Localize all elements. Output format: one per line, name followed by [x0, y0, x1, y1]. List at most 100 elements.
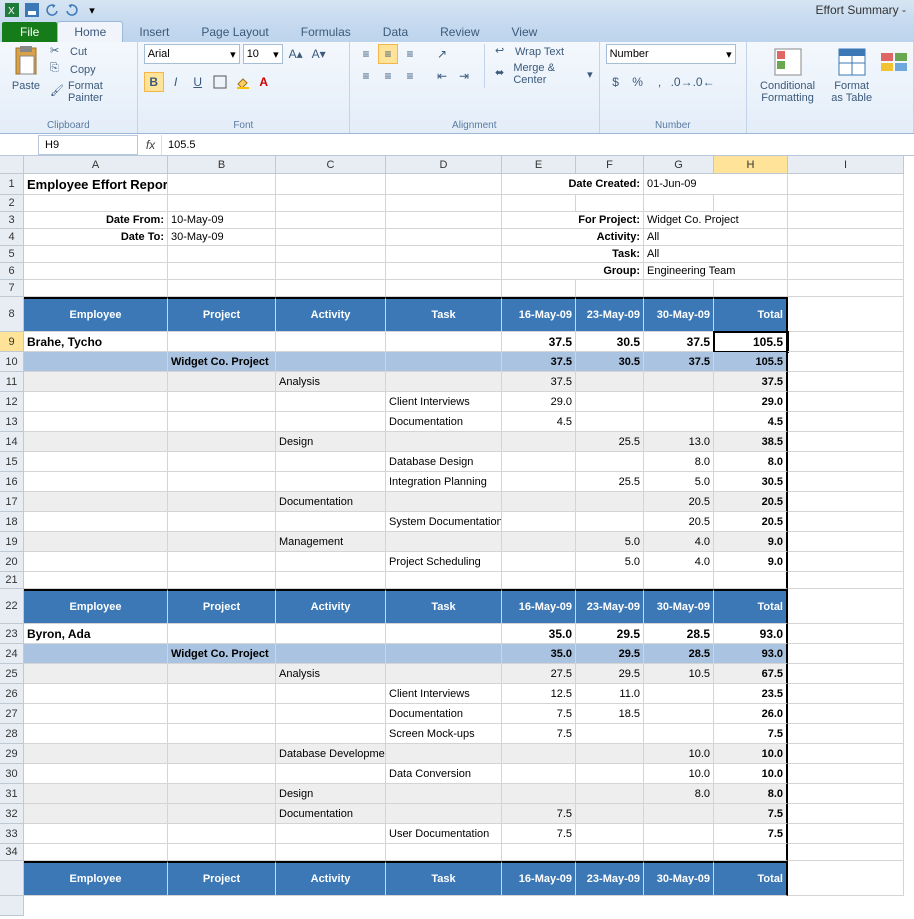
format-painter-button[interactable]: 🖌 Format Painter — [50, 80, 131, 104]
cell[interactable]: Date Created: — [502, 174, 644, 195]
cell[interactable]: 7.5 — [714, 824, 788, 844]
cell[interactable]: System Documentation — [386, 512, 502, 532]
cell[interactable]: 29.0 — [502, 392, 576, 412]
row-header[interactable]: 18 — [0, 512, 24, 532]
comma-format-button[interactable]: , — [650, 72, 670, 92]
cell[interactable] — [24, 280, 168, 297]
cell[interactable] — [502, 452, 576, 472]
cell[interactable]: 10.0 — [644, 764, 714, 784]
cell[interactable] — [168, 195, 276, 212]
cell[interactable] — [24, 724, 168, 744]
increase-decimal-button[interactable]: .0→ — [672, 72, 692, 92]
cell[interactable]: 4.5 — [502, 412, 576, 432]
cell[interactable]: 8.0 — [714, 784, 788, 804]
save-icon[interactable] — [24, 2, 40, 18]
cell[interactable] — [386, 372, 502, 392]
row-header[interactable]: 21 — [0, 572, 24, 589]
row-header[interactable]: 24 — [0, 644, 24, 664]
cell[interactable]: 20.5 — [714, 512, 788, 532]
cell[interactable] — [168, 572, 276, 589]
copy-button[interactable]: ⎘ Copy — [50, 62, 131, 78]
cell[interactable]: Employee — [24, 297, 168, 332]
cell[interactable] — [276, 452, 386, 472]
cell[interactable]: 20.5 — [644, 512, 714, 532]
cell[interactable]: 10.0 — [644, 744, 714, 764]
cell[interactable] — [386, 229, 502, 246]
cell[interactable]: 30-May-09 — [168, 229, 276, 246]
cell[interactable]: Documentation — [386, 412, 502, 432]
cell[interactable] — [788, 824, 904, 844]
orientation-button[interactable]: ↗ — [432, 44, 452, 64]
column-header[interactable]: D — [386, 156, 502, 174]
cell[interactable]: Client Interviews — [386, 392, 502, 412]
border-button[interactable] — [210, 72, 230, 92]
row-header[interactable]: 8 — [0, 297, 24, 332]
align-left-button[interactable]: ≡ — [356, 66, 376, 86]
conditional-formatting-button[interactable]: Conditional Formatting — [753, 44, 822, 106]
cell[interactable]: 7.5 — [502, 824, 576, 844]
cell[interactable] — [502, 432, 576, 452]
cell[interactable] — [788, 372, 904, 392]
cell[interactable] — [276, 552, 386, 572]
row-header[interactable]: 4 — [0, 229, 24, 246]
cell[interactable] — [168, 824, 276, 844]
italic-button[interactable]: I — [166, 72, 186, 92]
cell[interactable] — [788, 246, 904, 263]
font-color-button[interactable]: A — [254, 72, 274, 92]
cell[interactable] — [168, 804, 276, 824]
cell[interactable] — [276, 624, 386, 644]
align-bottom-button[interactable]: ≡ — [400, 44, 420, 64]
cell[interactable]: 37.5 — [644, 352, 714, 372]
cell[interactable] — [168, 392, 276, 412]
cell[interactable] — [168, 280, 276, 297]
cell[interactable] — [788, 572, 904, 589]
cell[interactable] — [24, 246, 168, 263]
cell[interactable]: 29.5 — [576, 664, 644, 684]
cell[interactable] — [386, 532, 502, 552]
cell[interactable] — [24, 744, 168, 764]
cell[interactable] — [276, 352, 386, 372]
cell[interactable] — [276, 764, 386, 784]
row-header[interactable]: 14 — [0, 432, 24, 452]
cell[interactable] — [576, 764, 644, 784]
cell[interactable] — [386, 432, 502, 452]
row-header[interactable]: 16 — [0, 472, 24, 492]
cell[interactable] — [168, 174, 276, 195]
cell[interactable]: 30-May-09 — [644, 861, 714, 896]
cell[interactable] — [386, 844, 502, 861]
cell[interactable] — [168, 724, 276, 744]
cell[interactable]: 20.5 — [644, 492, 714, 512]
cell[interactable] — [502, 784, 576, 804]
cell[interactable]: 105.5 — [714, 332, 788, 352]
cell[interactable]: Project — [168, 297, 276, 332]
paste-button[interactable]: Paste — [6, 44, 46, 94]
cell[interactable]: 30.5 — [576, 352, 644, 372]
cell[interactable] — [276, 246, 386, 263]
cell[interactable] — [502, 280, 576, 297]
cell[interactable]: Task — [386, 861, 502, 896]
cell[interactable] — [644, 412, 714, 432]
cell[interactable] — [788, 472, 904, 492]
cell[interactable] — [502, 744, 576, 764]
cell[interactable] — [276, 174, 386, 195]
align-right-button[interactable]: ≡ — [400, 66, 420, 86]
row-header[interactable]: 32 — [0, 804, 24, 824]
row-header[interactable]: 1 — [0, 174, 24, 195]
cell[interactable]: Documentation — [386, 704, 502, 724]
cell[interactable]: 8.0 — [644, 452, 714, 472]
tab-view[interactable]: View — [496, 22, 554, 42]
cell[interactable] — [276, 229, 386, 246]
fill-color-button[interactable] — [232, 72, 252, 92]
cell[interactable] — [168, 332, 276, 352]
cell[interactable]: 7.5 — [502, 724, 576, 744]
cell[interactable] — [788, 744, 904, 764]
cell[interactable]: 4.0 — [644, 532, 714, 552]
cell[interactable] — [386, 644, 502, 664]
cell[interactable] — [788, 280, 904, 297]
row-header[interactable]: 23 — [0, 624, 24, 644]
cell[interactable] — [24, 492, 168, 512]
cell[interactable] — [576, 195, 644, 212]
cell[interactable] — [24, 804, 168, 824]
column-header[interactable]: F — [576, 156, 644, 174]
cell[interactable] — [644, 372, 714, 392]
